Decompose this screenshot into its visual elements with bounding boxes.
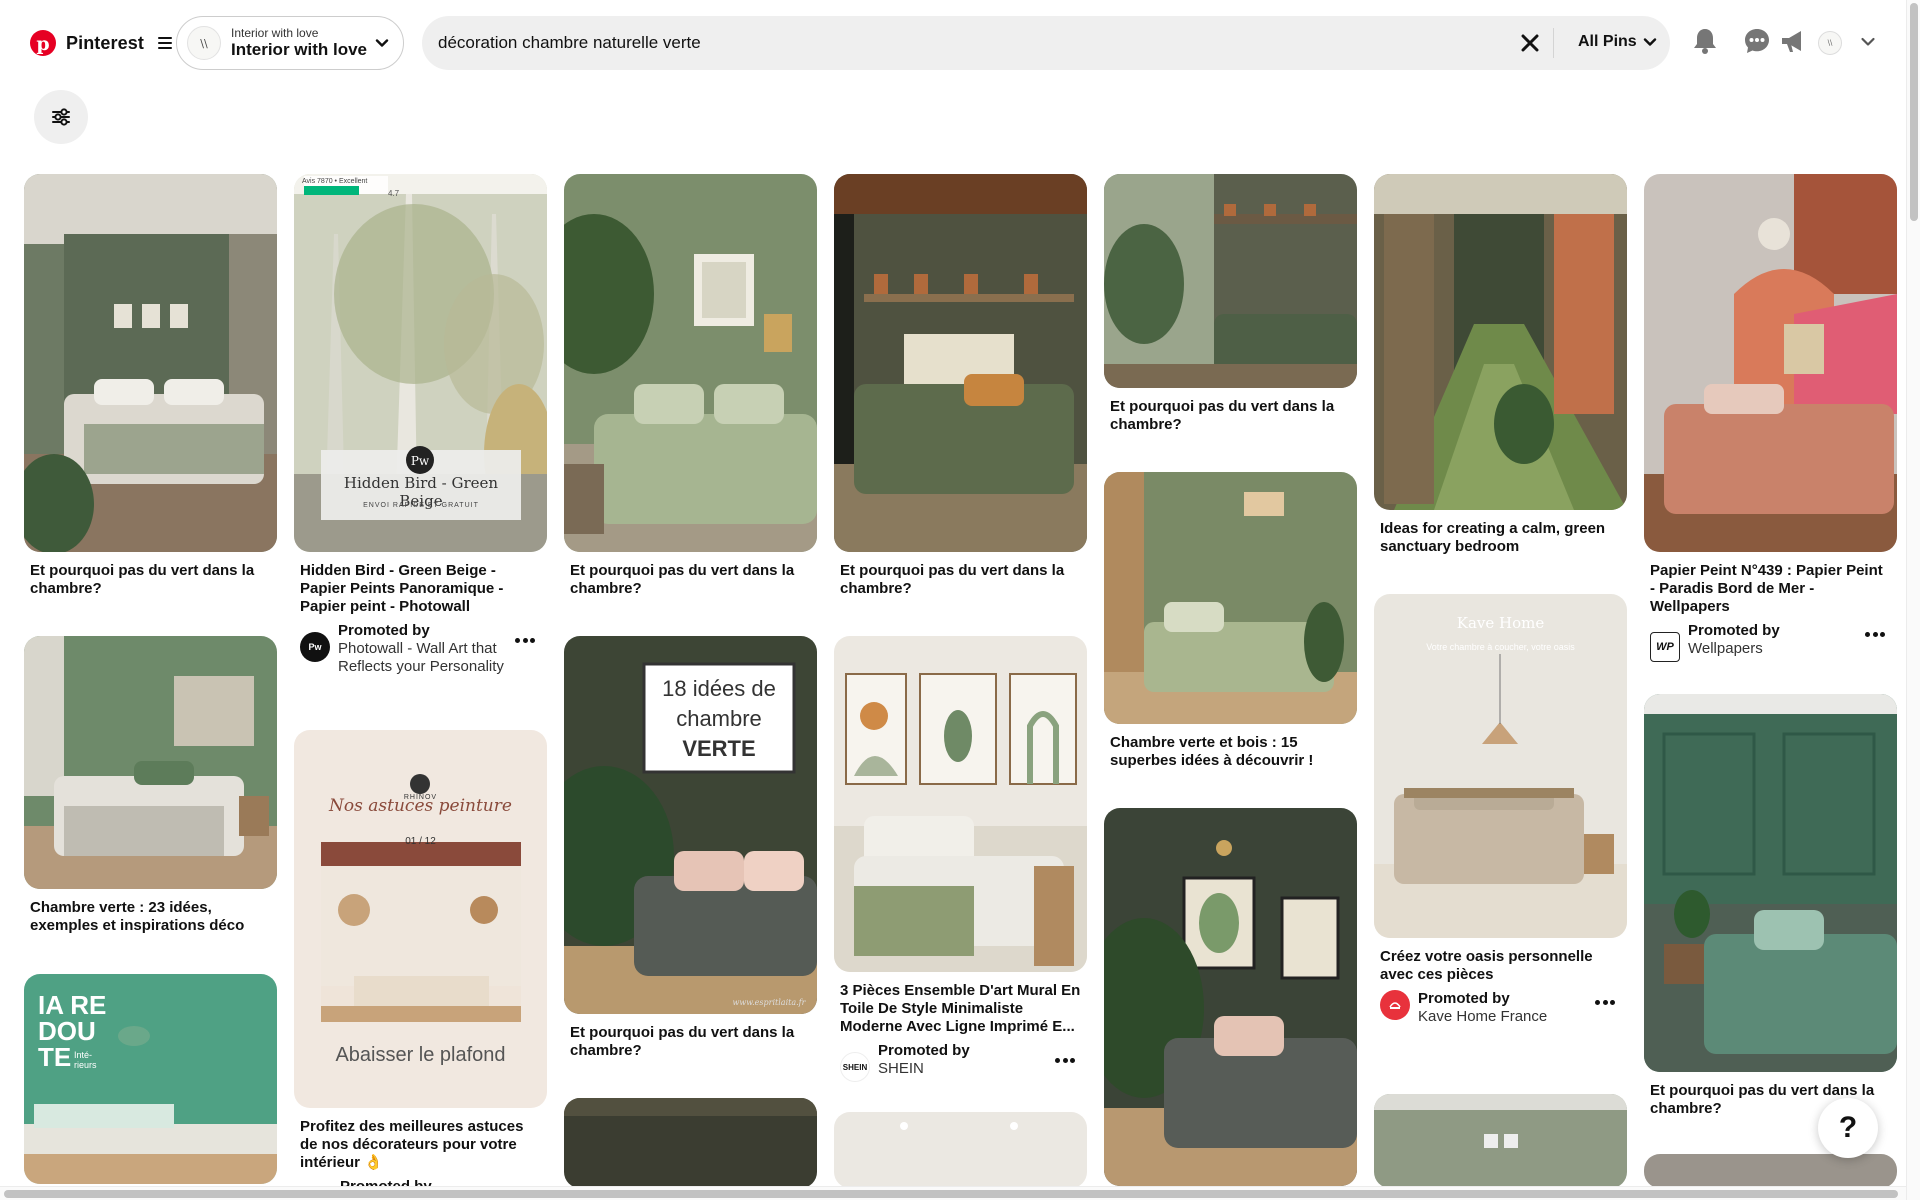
pin-card[interactable] bbox=[1104, 808, 1357, 1186]
pin-card[interactable]: Kave Home Votre chambre à coucher, votre… bbox=[1374, 594, 1627, 1026]
pin-overlay-text: ENVOI RAPIDE ET GRATUIT bbox=[363, 502, 479, 509]
pin-card[interactable]: Et pourquoi pas du vert dans la chambre? bbox=[564, 174, 817, 598]
promoted-label: Promoted by bbox=[338, 622, 430, 639]
pin-card[interactable]: IA RE DOU TE Inté- rieurs bbox=[24, 974, 277, 1184]
pin-image[interactable] bbox=[834, 1112, 1087, 1188]
pin-card[interactable]: Et pourquoi pas du vert dans la chambre? bbox=[1644, 694, 1897, 1118]
pin-title: Et pourquoi pas du vert dans la chambre? bbox=[30, 562, 255, 597]
promoted-label: Promoted by bbox=[878, 1042, 970, 1059]
pin-card[interactable]: Chambre verte et bois : 15 superbes idée… bbox=[1104, 472, 1357, 770]
vertical-scrollbar[interactable] bbox=[1906, 0, 1920, 1200]
pin-image[interactable]: IA RE DOU TE Inté- rieurs bbox=[24, 974, 277, 1184]
pin-image[interactable] bbox=[1644, 694, 1897, 1072]
pin-image[interactable] bbox=[1644, 1154, 1897, 1188]
promoted-by: Pw Promoted by Photowall - Wall Art that… bbox=[300, 622, 541, 676]
help-icon: ? bbox=[1838, 1111, 1858, 1144]
pin-image[interactable] bbox=[24, 174, 277, 552]
pin-title: Chambre verte : 23 idées, exemples et in… bbox=[30, 899, 245, 934]
more-options-icon[interactable] bbox=[1055, 1058, 1075, 1064]
promoter-logo[interactable]: SHEIN bbox=[840, 1052, 870, 1082]
promoter-name[interactable]: Photowall - Wall Art that Reflects your … bbox=[338, 640, 508, 676]
more-options-icon[interactable] bbox=[1595, 1000, 1615, 1006]
promoted-by: SHEIN Promoted by SHEIN bbox=[840, 1042, 1081, 1082]
pin-title: Ideas for creating a calm, green sanctua… bbox=[1380, 520, 1606, 555]
scrollbar-thumb[interactable] bbox=[4, 1190, 1898, 1198]
promoter-name[interactable]: Wellpapers bbox=[1688, 640, 1780, 658]
pin-card[interactable]: Pw Avis 7870 • Excellent 4.7 Hidden Bird… bbox=[294, 174, 547, 676]
pin-card[interactable]: Et pourquoi pas du vert dans la chambre? bbox=[834, 174, 1087, 598]
svg-text:TE: TE bbox=[38, 1042, 71, 1072]
promoted-label: Promoted by bbox=[340, 1178, 432, 1186]
pin-card[interactable]: 18 idées de chambre VERTE www.espritlait… bbox=[564, 636, 817, 1060]
pin-card[interactable]: Papier Peint N°439 : Papier Peint - Para… bbox=[1644, 174, 1897, 662]
pin-grid: Et pourquoi pas du vert dans la chambre?… bbox=[0, 0, 1906, 1190]
pin-image[interactable] bbox=[564, 1098, 817, 1188]
more-options-icon[interactable] bbox=[1865, 632, 1885, 638]
pin-image[interactable]: RHINOV Nos astuces peinture 01 / 12 Abai… bbox=[294, 730, 547, 1108]
promoted-by: WP Promoted by Wellpapers bbox=[1650, 622, 1891, 662]
pin-image[interactable]: 18 idées de chambre VERTE www.espritlait… bbox=[564, 636, 817, 1014]
pin-card[interactable]: Et pourquoi pas du vert dans la chambre? bbox=[1104, 174, 1357, 434]
pin-rating-text: Avis 7870 • Excellent bbox=[302, 178, 368, 185]
pin-image[interactable] bbox=[1104, 808, 1357, 1186]
pin-card[interactable]: Ideas for creating a calm, green sanctua… bbox=[1374, 174, 1627, 556]
horizontal-scrollbar[interactable] bbox=[0, 1186, 1906, 1200]
pin-image[interactable] bbox=[1104, 472, 1357, 724]
pin-title: Et pourquoi pas du vert dans la chambre? bbox=[570, 562, 795, 597]
pin-title: Chambre verte et bois : 15 superbes idée… bbox=[1110, 734, 1314, 769]
pin-card[interactable] bbox=[1644, 1154, 1897, 1188]
pin-image[interactable] bbox=[24, 636, 277, 889]
pin-card[interactable] bbox=[834, 1112, 1087, 1188]
pin-title: Hidden Bird - Green Beige - Papier Peint… bbox=[300, 562, 504, 615]
promoter-logo[interactable]: WP bbox=[1650, 632, 1680, 662]
pin-title: 3 Pièces Ensemble D'art Mural En Toile D… bbox=[840, 982, 1081, 1035]
pin-title: Papier Peint N°439 : Papier Peint - Para… bbox=[1650, 562, 1883, 615]
svg-text:Inté-: Inté- bbox=[74, 1050, 92, 1060]
promoter-name[interactable]: SHEIN bbox=[878, 1060, 970, 1078]
pin-card[interactable]: Et pourquoi pas du vert dans la chambre? bbox=[24, 174, 277, 598]
svg-text:Pw: Pw bbox=[411, 454, 430, 468]
pin-image[interactable] bbox=[1374, 1094, 1627, 1188]
pin-overlay-brand: Kave Home bbox=[1456, 614, 1545, 632]
pin-card[interactable]: Chambre verte : 23 idées, exemples et in… bbox=[24, 636, 277, 935]
promoted-label: Promoted by bbox=[1418, 990, 1510, 1007]
pin-card[interactable]: 3 Pièces Ensemble D'art Mural En Toile D… bbox=[834, 636, 1087, 1082]
promoted-by: Promoted by bbox=[300, 1178, 541, 1186]
pin-overlay-text: VERTE bbox=[682, 736, 756, 761]
scrollbar-thumb[interactable] bbox=[1910, 3, 1918, 221]
pin-image[interactable] bbox=[1374, 174, 1627, 510]
help-button[interactable]: ? bbox=[1818, 1098, 1878, 1158]
pin-overlay-text: Votre chambre à coucher, votre oasis bbox=[1426, 642, 1575, 652]
pin-card[interactable]: RHINOV Nos astuces peinture 01 / 12 Abai… bbox=[294, 730, 547, 1186]
promoter-logo[interactable] bbox=[1380, 990, 1410, 1020]
pin-overlay-text: Abaisser le plafond bbox=[335, 1044, 506, 1066]
promoted-label: Promoted by bbox=[1688, 622, 1780, 639]
promoter-name[interactable]: Kave Home France bbox=[1418, 1008, 1547, 1026]
pin-image[interactable] bbox=[1104, 174, 1357, 388]
pin-title: Et pourquoi pas du vert dans la chambre? bbox=[570, 1024, 795, 1059]
pin-overlay-text: chambre bbox=[676, 706, 762, 731]
pin-image[interactable]: Kave Home Votre chambre à coucher, votre… bbox=[1374, 594, 1627, 938]
pin-title: Créez votre oasis personnelle avec ces p… bbox=[1380, 948, 1593, 983]
pin-rating-score: 4.7 bbox=[388, 189, 400, 198]
pin-title: Et pourquoi pas du vert dans la chambre? bbox=[1110, 398, 1335, 433]
pin-image[interactable] bbox=[1644, 174, 1897, 552]
pin-watermark: www.espritlaita.fr bbox=[732, 998, 806, 1007]
pin-image[interactable] bbox=[834, 174, 1087, 552]
pin-title: Et pourquoi pas du vert dans la chambre? bbox=[840, 562, 1065, 597]
pin-overlay-text: Nos astuces peinture bbox=[329, 796, 512, 816]
promoter-logo[interactable]: Pw bbox=[300, 632, 330, 662]
more-options-icon[interactable] bbox=[515, 638, 535, 644]
pin-card[interactable] bbox=[1374, 1094, 1627, 1188]
pin-image[interactable] bbox=[834, 636, 1087, 972]
pin-card[interactable] bbox=[564, 1098, 817, 1188]
pin-overlay-counter: 01 / 12 bbox=[405, 836, 436, 847]
pin-overlay-text: 18 idées de bbox=[662, 676, 776, 701]
svg-text:rieurs: rieurs bbox=[74, 1060, 97, 1070]
promoted-by: Promoted by Kave Home France bbox=[1380, 990, 1621, 1026]
pin-image[interactable] bbox=[564, 174, 817, 552]
pin-title: Profitez des meilleures astuces de nos d… bbox=[300, 1118, 524, 1171]
pin-image[interactable]: Pw Avis 7870 • Excellent 4.7 Hidden Bird… bbox=[294, 174, 547, 552]
